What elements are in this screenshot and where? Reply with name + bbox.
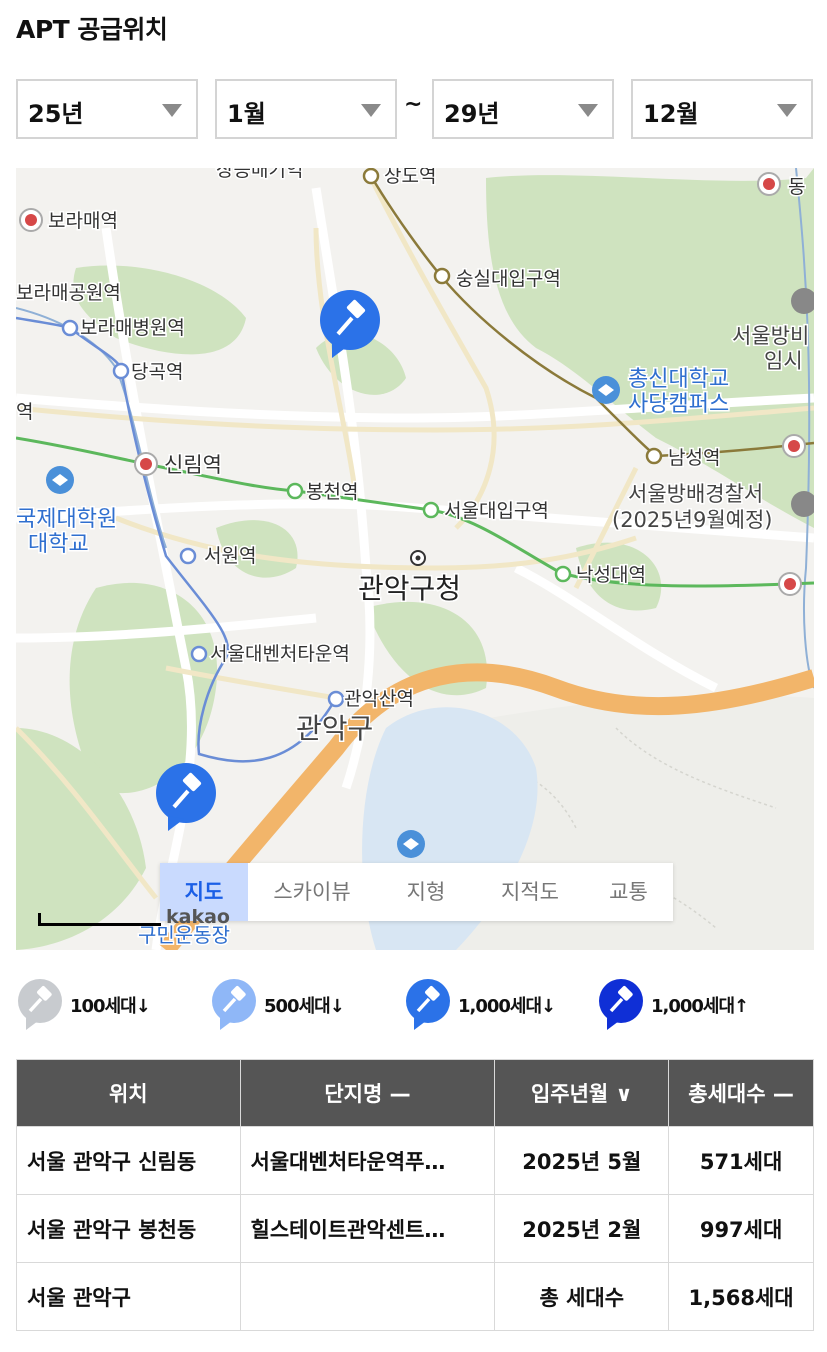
table-row[interactable]: 서울 관악구 신림동 서울대벤처타운역푸… 2025년 5월 571세대 [16,1126,814,1195]
map-label: 총신대학교 [628,367,729,392]
apt-pin-blue-icon [406,979,450,1030]
cell-total-label: 총 세대수 [494,1262,670,1331]
map-label: 관악구청 [358,572,461,605]
cell-location: 서울 관악구 봉천동 [16,1194,241,1263]
kakao-logo: kakao [166,906,230,928]
map-view[interactable]: 보라매역 보라매공원역 보라매병원역 당곡역 역 신림역 봉천역 서울대입구역 … [16,168,814,950]
map-label: 역 [16,401,33,423]
map-label: 대학교 [28,532,89,557]
map-label: 장승배기역 [216,168,303,181]
table-total-row: 서울 관악구 총 세대수 1,568세대 [16,1262,814,1331]
map-label: 서울대벤처타운역 [210,643,350,665]
map-label: 낙성대역 [576,564,646,586]
end-month-select[interactable]: 12월 [631,79,813,139]
column-header-location: 위치 [16,1059,241,1127]
legend-label: 1,000세대↓ [458,996,556,1017]
map-label: 신림역 [164,453,222,477]
map-label: 보라매병원역 [80,317,185,339]
column-header-complex-name[interactable]: 단지명 — [239,1059,496,1127]
apt-pin-lightblue-icon [212,979,256,1030]
map-label: 봉천역 [306,481,358,503]
chevron-down-icon [578,104,598,117]
map-tab-traffic[interactable]: 교통 [584,863,673,921]
start-year-select[interactable]: 25년 [16,79,198,139]
cell-location: 서울 관악구 [16,1262,241,1331]
map-label: 서울방배경찰서 [628,482,763,506]
page-title: APT 공급위치 [16,15,168,44]
range-separator: ~ [404,92,423,117]
chevron-down-icon [162,104,182,117]
map-label: 국제대학원 [16,507,117,532]
column-header-households[interactable]: 총세대수 — [668,1059,814,1127]
map-label: 보라매공원역 [16,282,121,304]
legend-label: 100세대↓ [70,996,151,1017]
map-label: 상도역 [384,168,436,187]
apt-pin-darkblue-icon [599,979,643,1030]
map-label: 사당캠퍼스 [628,392,729,417]
cell-households: 997세대 [668,1194,814,1263]
map-scale-bar [38,913,161,926]
cell-households: 571세대 [668,1126,814,1195]
map-label: 관악산역 [344,688,414,710]
map-type-tabs: 지도 스카이뷰 지형 지적도 교통 [160,863,673,921]
map-tab-terrain[interactable]: 지형 [376,863,476,921]
map-label: 서울대입구역 [444,500,549,522]
cell-move-in: 2025년 2월 [494,1194,670,1263]
map-label: 숭실대입구역 [456,268,561,290]
cell-location: 서울 관악구 신림동 [16,1126,241,1195]
map-label: 서원역 [204,545,256,567]
start-month-select[interactable]: 1월 [215,79,397,139]
end-month-value: 12월 [643,100,699,128]
chevron-down-icon [361,104,381,117]
cell-complex-name[interactable]: 힐스테이트관악센트… [239,1194,496,1263]
map-label: 관악구 [296,712,373,745]
map-label: 남성역 [668,447,720,469]
legend-label: 500세대↓ [264,996,345,1017]
start-month-value: 1월 [227,100,266,128]
apt-pin-sillim[interactable] [156,763,216,831]
map-label: 동 [788,176,805,198]
cell-move-in: 2025년 5월 [494,1126,670,1195]
apt-supply-table: 위치 단지명 — 입주년월 ∨ 총세대수 — 서울 관악구 신림동 서울대벤처타… [16,1059,814,1331]
map-canvas[interactable]: 보라매역 보라매공원역 보라매병원역 당곡역 역 신림역 봉천역 서울대입구역 … [16,168,814,950]
apt-pin-gray-icon [18,979,62,1030]
map-label: 임시 [764,349,803,373]
cell-complex-name[interactable]: 서울대벤처타운역푸… [239,1126,496,1195]
map-tab-cadastral[interactable]: 지적도 [476,863,584,921]
end-year-select[interactable]: 29년 [432,79,614,139]
map-label: 당곡역 [131,361,183,383]
chevron-down-icon [777,104,797,117]
column-header-move-in[interactable]: 입주년월 ∨ [494,1059,670,1127]
start-year-value: 25년 [28,100,84,128]
table-header-row: 위치 단지명 — 입주년월 ∨ 총세대수 — [16,1059,814,1127]
end-year-value: 29년 [444,100,500,128]
cell-complex-name [239,1262,496,1331]
map-label: (2025년9월예정) [612,508,772,532]
table-row[interactable]: 서울 관악구 봉천동 힐스테이트관악센트… 2025년 2월 997세대 [16,1194,814,1263]
map-tab-skyview[interactable]: 스카이뷰 [248,863,376,921]
legend-label: 1,000세대↑ [651,996,749,1017]
cell-total-households: 1,568세대 [668,1262,814,1331]
map-label: 보라매역 [48,210,118,232]
map-label: 서울방비 [732,324,809,348]
